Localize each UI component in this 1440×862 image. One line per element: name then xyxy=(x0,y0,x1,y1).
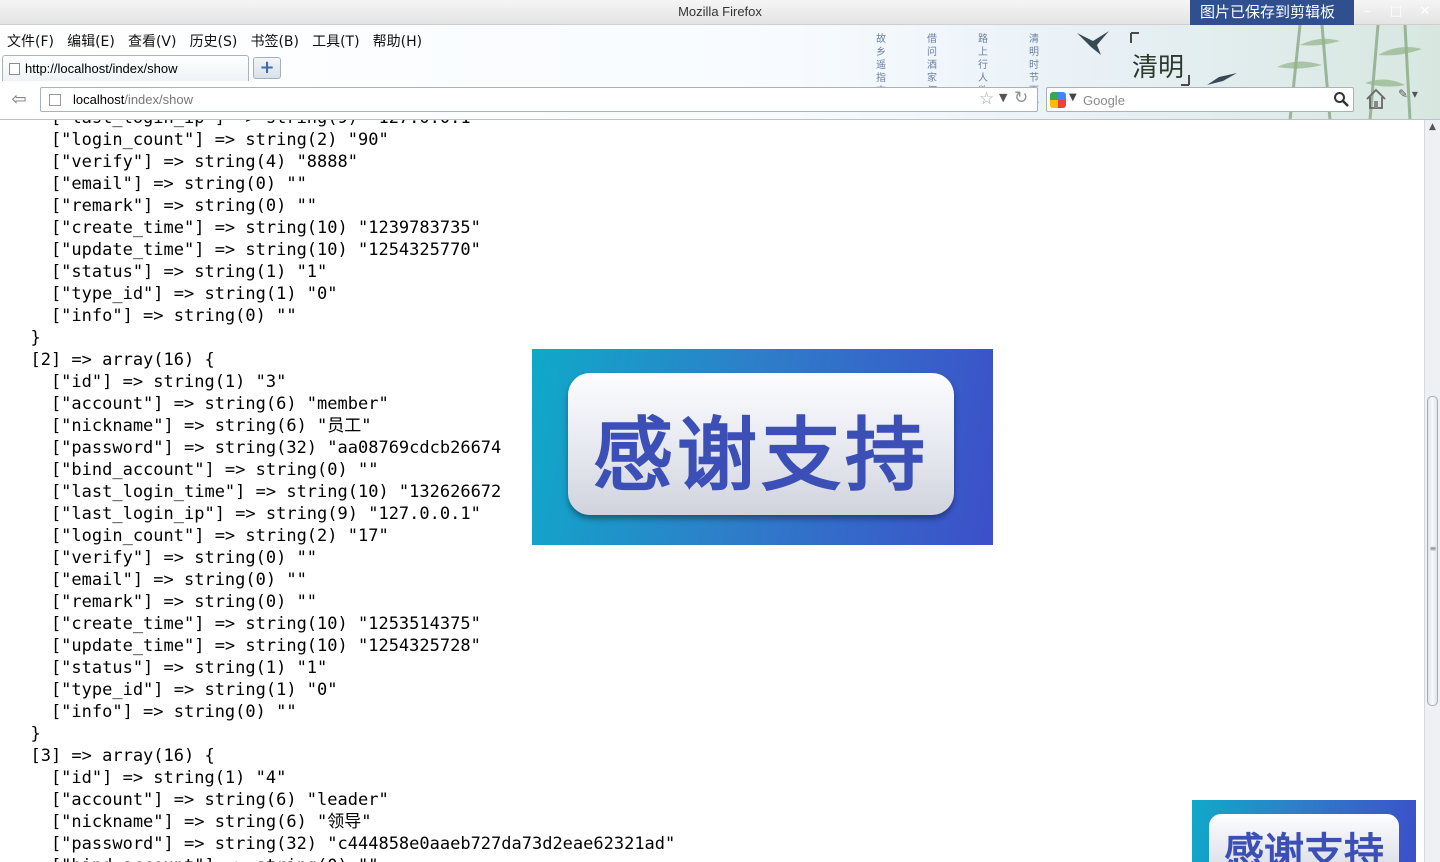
code-line: ["remark"] => string(0) "" xyxy=(10,592,318,612)
code-line: ["create_time"] => string(10) "125351437… xyxy=(10,614,481,634)
menu-bar: 文件(F) 编辑(E) 查看(V) 历史(S) 书签(B) 工具(T) 帮助(H… xyxy=(0,31,423,53)
browser-header: 文件(F) 编辑(E) 查看(V) 历史(S) 书签(B) 工具(T) 帮助(H… xyxy=(0,25,1440,120)
code-line: ["password"] => string(32) "c444858e0aae… xyxy=(10,834,676,854)
tab-localhost[interactable]: http://localhost/index/show xyxy=(2,55,249,81)
menu-bookmarks[interactable]: 书签(B) xyxy=(250,31,299,51)
code-line: ["update_time"] => string(10) "125432572… xyxy=(10,636,481,656)
code-line: } xyxy=(10,724,41,744)
code-line: ["verify"] => string(0) "" xyxy=(10,548,318,568)
banner-text: 感谢支持 xyxy=(1224,830,1384,862)
minimize-button[interactable]: – xyxy=(1356,2,1378,22)
clipboard-notice: 图片已保存到剪辑板 xyxy=(1190,0,1354,25)
chevron-down-icon[interactable]: ▼ xyxy=(1069,92,1077,103)
thanks-support-banner-small: 感谢支持 xyxy=(1192,800,1416,862)
scroll-thumb[interactable]: ≡ xyxy=(1427,396,1438,706)
addon-menu-icon[interactable]: ✎ ▾ xyxy=(1398,87,1434,111)
url-path: /index/show xyxy=(124,92,193,107)
home-icon[interactable] xyxy=(1365,87,1387,111)
scroll-up-icon[interactable]: ▲ xyxy=(1425,120,1440,135)
banner-button: 感谢支持 xyxy=(1209,814,1399,862)
menu-view[interactable]: 查看(V) xyxy=(128,31,177,51)
google-icon[interactable] xyxy=(1050,92,1066,108)
menu-help[interactable]: 帮助(H) xyxy=(373,31,422,51)
thanks-support-banner: 感谢支持 xyxy=(532,349,993,545)
bookmark-star-icon[interactable]: ☆ xyxy=(979,89,994,109)
code-line: ["account"] => string(6) "leader" xyxy=(10,790,389,810)
search-bar[interactable]: ▼ Google xyxy=(1046,87,1354,112)
menu-file[interactable]: 文件(F) xyxy=(7,31,54,51)
vertical-scrollbar[interactable]: ▲ ≡ xyxy=(1424,120,1440,862)
code-line: ["email"] => string(0) "" xyxy=(10,570,307,590)
tab-label: http://localhost/index/show xyxy=(25,61,178,76)
swallow-icon xyxy=(1077,31,1109,55)
url-text: localhost/index/show xyxy=(73,92,193,107)
maximize-button[interactable]: □ xyxy=(1385,2,1407,22)
code-line: ["type_id"] => string(1) "0" xyxy=(10,680,338,700)
code-line: ["login_count"] => string(2) "90" xyxy=(10,130,389,150)
menu-history[interactable]: 历史(S) xyxy=(190,31,238,51)
code-line: ["info"] => string(0) "" xyxy=(10,702,297,722)
page-icon xyxy=(9,63,20,75)
code-line: ["remark"] => string(0) "" xyxy=(10,196,318,216)
theme-title: 清明 xyxy=(1132,53,1185,83)
menu-edit[interactable]: 编辑(E) xyxy=(67,31,115,51)
code-line: ["bind_account"] => string(0) "" xyxy=(10,855,675,862)
new-tab-button[interactable]: + xyxy=(253,57,281,79)
swallow-icon xyxy=(1207,73,1237,85)
code-line: ["nickname"] => string(6) "领导" xyxy=(10,812,372,832)
code-line: ["type_id"] => string(1) "0" xyxy=(10,284,338,304)
chevron-down-icon[interactable]: ▼ xyxy=(999,91,1007,104)
back-icon[interactable]: ⇦ xyxy=(6,89,32,111)
code-line: } xyxy=(10,328,41,348)
grip-icon: ≡ xyxy=(1429,544,1437,553)
url-bar[interactable]: localhost/index/show ☆ ▼ ↻ xyxy=(40,87,1038,112)
code-line: ["verify"] => string(4) "8888" xyxy=(10,152,358,172)
code-line: ["last_login_ip"] => string(9) "127.0.0.… xyxy=(10,120,675,129)
code-line: ["update_time"] => string(10) "125432577… xyxy=(10,240,481,260)
code-line: ["create_time"] => string(10) "123978373… xyxy=(10,218,481,238)
search-icon[interactable] xyxy=(1333,91,1349,107)
code-line: ["info"] => string(0) "" xyxy=(10,306,297,326)
code-line: ["status"] => string(1) "1" xyxy=(10,658,328,678)
code-line: ["id"] => string(1) "4" xyxy=(10,768,287,788)
code-line: [3] => array(16) { xyxy=(10,746,215,766)
reload-icon[interactable]: ↻ xyxy=(1014,88,1028,108)
banner-text: 感谢支持 xyxy=(593,409,929,502)
close-button[interactable]: ✕ xyxy=(1414,2,1436,22)
menu-tools[interactable]: 工具(T) xyxy=(312,31,359,51)
banner-button: 感谢支持 xyxy=(568,373,954,515)
code-line: ["status"] => string(1) "1" xyxy=(10,262,328,282)
page-icon xyxy=(49,94,61,106)
search-placeholder: Google xyxy=(1083,93,1125,108)
url-host: localhost xyxy=(73,92,125,107)
code-line: ["email"] => string(0) "" xyxy=(10,174,307,194)
